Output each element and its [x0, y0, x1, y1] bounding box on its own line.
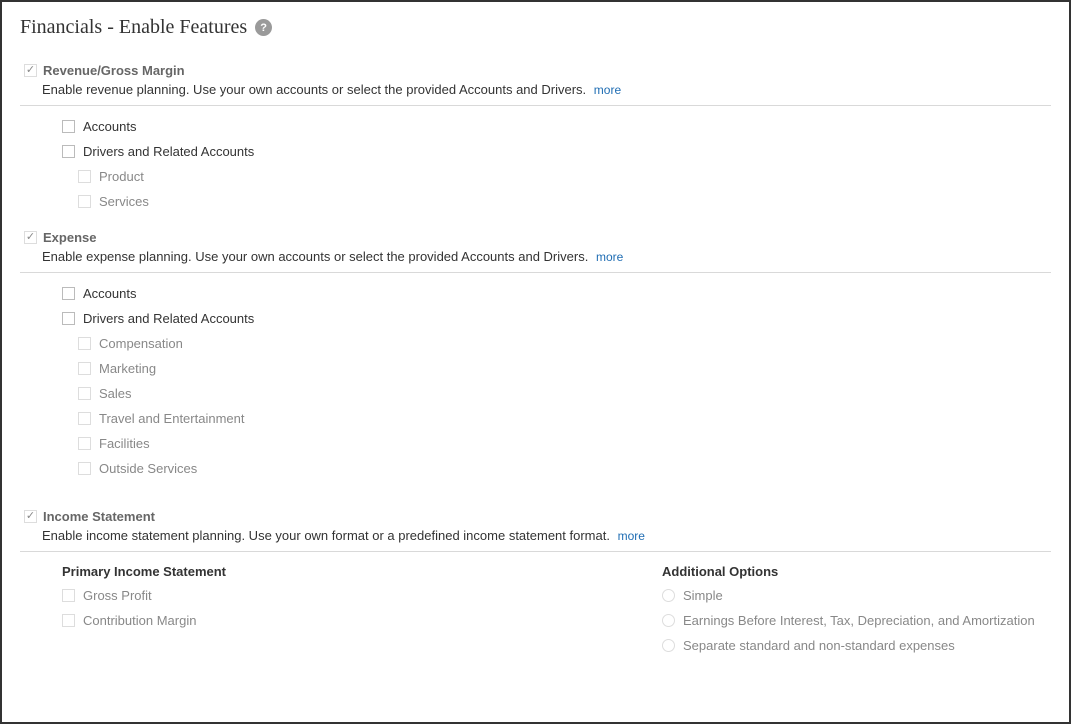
expense-accounts-checkbox[interactable]	[62, 287, 75, 300]
income-more-link[interactable]: more	[618, 529, 645, 543]
revenue-more-link[interactable]: more	[594, 83, 621, 97]
revenue-services-label: Services	[99, 194, 149, 209]
ebitda-radio[interactable]	[662, 614, 675, 627]
gross-profit-checkbox[interactable]	[62, 589, 75, 602]
expense-compensation-label: Compensation	[99, 336, 183, 351]
expense-accounts-label: Accounts	[83, 286, 136, 301]
income-section-desc: Enable income statement planning. Use yo…	[42, 528, 610, 543]
revenue-product-checkbox[interactable]	[78, 170, 91, 183]
expense-marketing-label: Marketing	[99, 361, 156, 376]
divider	[20, 551, 1051, 552]
revenue-accounts-checkbox[interactable]	[62, 120, 75, 133]
simple-radio[interactable]	[662, 589, 675, 602]
expense-sales-label: Sales	[99, 386, 132, 401]
revenue-drivers-checkbox[interactable]	[62, 145, 75, 158]
help-icon[interactable]: ?	[255, 19, 272, 36]
expense-sales-checkbox[interactable]	[78, 387, 91, 400]
contribution-margin-checkbox[interactable]	[62, 614, 75, 627]
revenue-accounts-label: Accounts	[83, 119, 136, 134]
expense-outside-checkbox[interactable]	[78, 462, 91, 475]
expense-outside-label: Outside Services	[99, 461, 197, 476]
contribution-margin-label: Contribution Margin	[83, 613, 196, 628]
revenue-drivers-label: Drivers and Related Accounts	[83, 144, 254, 159]
expense-section-title: Expense	[43, 230, 96, 245]
expense-drivers-label: Drivers and Related Accounts	[83, 311, 254, 326]
separate-radio[interactable]	[662, 639, 675, 652]
revenue-section-checkbox[interactable]	[24, 64, 37, 77]
separate-label: Separate standard and non-standard expen…	[683, 638, 955, 653]
gross-profit-label: Gross Profit	[83, 588, 152, 603]
expense-drivers-checkbox[interactable]	[62, 312, 75, 325]
expense-facilities-checkbox[interactable]	[78, 437, 91, 450]
expense-travel-checkbox[interactable]	[78, 412, 91, 425]
income-section-title: Income Statement	[43, 509, 155, 524]
simple-label: Simple	[683, 588, 723, 603]
primary-income-header: Primary Income Statement	[62, 560, 622, 583]
expense-compensation-checkbox[interactable]	[78, 337, 91, 350]
expense-section-checkbox[interactable]	[24, 231, 37, 244]
additional-options-header: Additional Options	[662, 560, 1035, 583]
expense-section-desc: Enable expense planning. Use your own ac…	[42, 249, 588, 264]
revenue-product-label: Product	[99, 169, 144, 184]
divider	[20, 272, 1051, 273]
revenue-services-checkbox[interactable]	[78, 195, 91, 208]
ebitda-label: Earnings Before Interest, Tax, Depreciat…	[683, 613, 1035, 628]
income-section-checkbox[interactable]	[24, 510, 37, 523]
expense-facilities-label: Facilities	[99, 436, 150, 451]
expense-marketing-checkbox[interactable]	[78, 362, 91, 375]
page-title: Financials - Enable Features	[20, 16, 247, 39]
divider	[20, 105, 1051, 106]
revenue-section-title: Revenue/Gross Margin	[43, 63, 185, 78]
expense-travel-label: Travel and Entertainment	[99, 411, 244, 426]
revenue-section-desc: Enable revenue planning. Use your own ac…	[42, 82, 586, 97]
expense-more-link[interactable]: more	[596, 250, 623, 264]
